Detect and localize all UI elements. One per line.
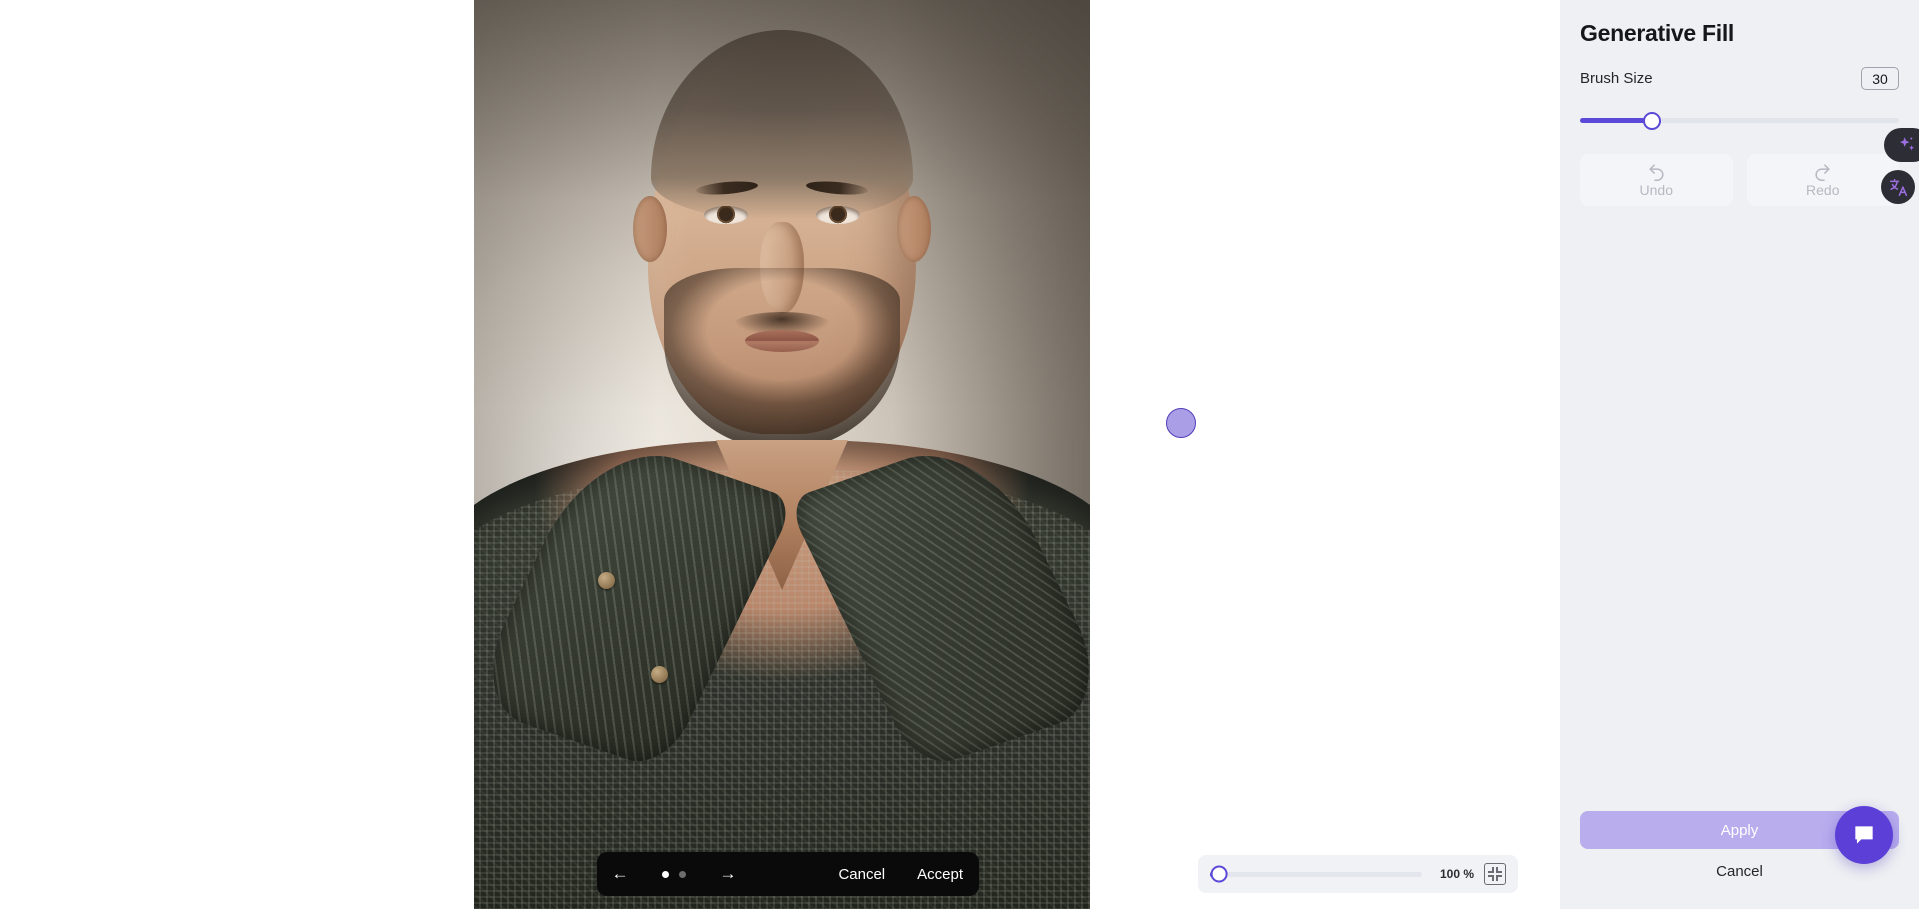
brush-size-input[interactable]: 30 [1861, 67, 1899, 90]
brush-size-label: Brush Size [1580, 70, 1653, 87]
undo-icon [1647, 162, 1666, 181]
undo-button[interactable]: Undo [1580, 154, 1733, 206]
image-ear-left [633, 196, 667, 262]
chat-bubble-icon[interactable] [1835, 806, 1893, 864]
zoom-bar: 100 % [1198, 855, 1518, 893]
generative-result-toolbar: ← → Cancel Accept [597, 852, 979, 896]
zoom-slider-thumb[interactable] [1210, 865, 1228, 883]
panel-title: Generative Fill [1580, 20, 1735, 46]
undo-label: Undo [1639, 182, 1673, 198]
brush-slider-fill [1580, 118, 1652, 123]
zoom-slider[interactable] [1210, 865, 1422, 883]
app-root: ← → Cancel Accept 100 % Generative Fill … [0, 0, 1919, 909]
fit-to-screen-icon[interactable] [1484, 863, 1506, 885]
image-sweater-button-upper [598, 572, 615, 589]
redo-icon [1813, 162, 1832, 181]
generative-fill-panel: Generative Fill Brush Size 30 Undo Redo … [1560, 0, 1919, 909]
variation-dot-1[interactable] [662, 870, 669, 878]
translate-icon[interactable] [1881, 170, 1915, 204]
redo-button[interactable]: Redo [1746, 154, 1899, 206]
history-controls: Undo Redo [1580, 154, 1899, 206]
image-ear-right [897, 196, 931, 262]
canvas-area[interactable]: ← → Cancel Accept 100 % [0, 0, 1560, 909]
brush-slider-thumb[interactable] [1642, 112, 1661, 130]
redo-label: Redo [1806, 182, 1840, 198]
image-lips [745, 330, 819, 352]
previous-variation-button[interactable]: ← [597, 852, 643, 896]
toolbar-accept-button[interactable]: Accept [901, 852, 979, 896]
toolbar-cancel-button[interactable]: Cancel [822, 852, 901, 896]
image-eye-left [704, 206, 748, 224]
brush-cursor [1166, 408, 1196, 438]
image-sweater-button-lower [651, 666, 668, 683]
image-eye-right [816, 206, 860, 224]
brush-size-slider[interactable] [1580, 112, 1899, 130]
variation-dot-2[interactable] [679, 870, 686, 878]
next-variation-button[interactable]: → [705, 852, 751, 896]
editor-image[interactable] [474, 0, 1090, 909]
variation-dots [643, 870, 705, 878]
sparkle-ai-icon[interactable] [1884, 128, 1919, 162]
brush-size-row: Brush Size 30 [1580, 67, 1899, 90]
zoom-level-label: 100 % [1439, 867, 1474, 881]
